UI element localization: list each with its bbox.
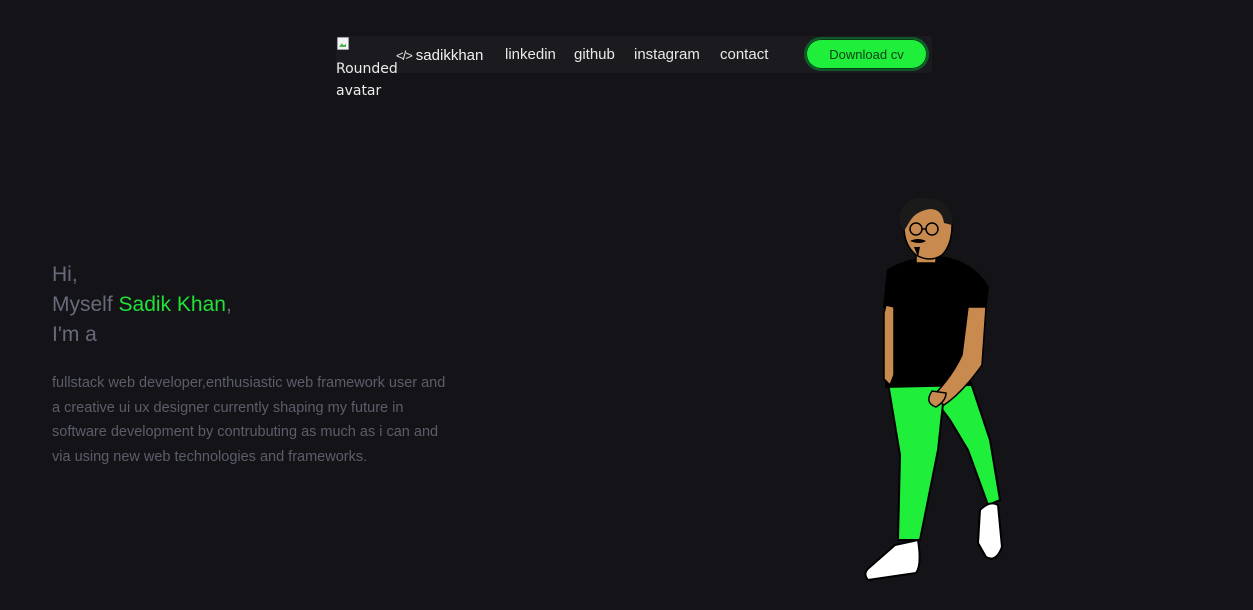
hero-heading: Hi, Myself Sadik Khan, I'm a	[52, 260, 232, 350]
nav-link-contact[interactable]: contact	[720, 44, 768, 66]
myself-suffix: ,	[225, 293, 232, 316]
nav-link-github[interactable]: github	[574, 44, 615, 66]
brand-name: sadikkhan	[415, 46, 484, 64]
avatar-alt-text-2: avatar	[336, 83, 382, 99]
brand-logo[interactable]: </> sadikkhan	[396, 44, 483, 66]
broken-image-icon	[336, 36, 350, 50]
download-cv-button[interactable]: Download cv	[804, 37, 929, 71]
nav-link-instagram[interactable]: instagram	[634, 44, 700, 66]
nav-link-linkedin[interactable]: linkedin	[505, 44, 556, 66]
im-a-line: I'm a	[52, 323, 97, 346]
avatar-alt-text: Rounded	[336, 61, 398, 77]
walking-character-illustration	[864, 197, 1004, 582]
code-icon: </>	[396, 47, 413, 63]
myself-prefix: Myself	[52, 293, 119, 316]
greeting: Hi,	[52, 263, 78, 286]
intro-line: Myself Sadik Khan,	[52, 290, 232, 320]
hero-name: Sadik Khan	[118, 293, 226, 316]
hero-description: fullstack web developer,enthusiastic web…	[52, 375, 446, 465]
